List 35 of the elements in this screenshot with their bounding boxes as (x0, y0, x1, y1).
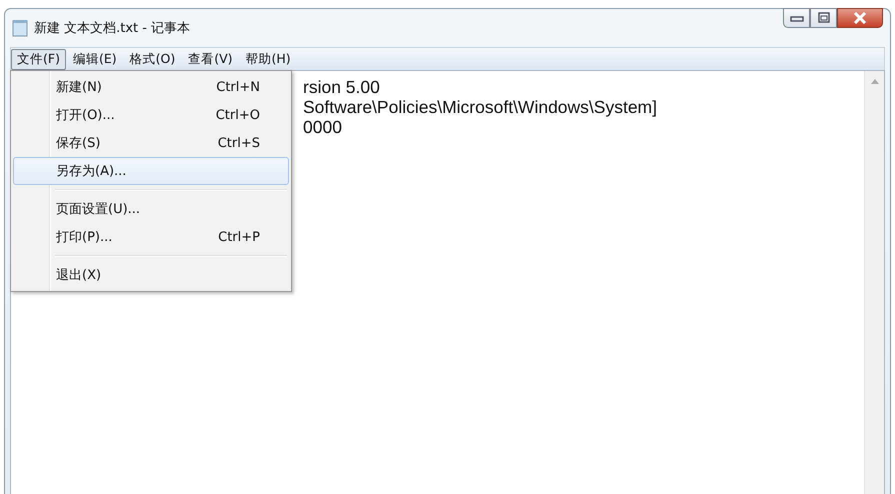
menu-bar-item[interactable]: 格式(O) (124, 48, 182, 70)
close-button[interactable] (837, 8, 883, 28)
minimize-icon (790, 14, 804, 22)
shortcut-label: Ctrl+P (218, 230, 260, 244)
menu-bar-item[interactable]: 查看(V) (182, 48, 239, 70)
maximize-button[interactable] (810, 8, 837, 28)
shortcut-label: Ctrl+N (216, 80, 260, 94)
text-line: 0000 (303, 117, 343, 137)
text-line: Software\Policies\Microsoft\Windows\System] (303, 97, 658, 117)
menu-item[interactable]: 打印(P)... Ctrl+P (13, 223, 289, 251)
menu-item[interactable]: 另存为(A)... (13, 157, 289, 185)
menu-item[interactable]: 页面设置(U)... (13, 195, 289, 223)
menu-item-label: 打开(O)... (56, 107, 116, 124)
menu-item-label: 另存为(A)... (56, 163, 128, 180)
menu-bar-item[interactable]: 编辑(E) (66, 48, 123, 70)
notepad-icon (12, 19, 28, 37)
minimize-button[interactable] (783, 8, 810, 28)
menu-item[interactable]: 保存(S) Ctrl+S (13, 129, 289, 157)
maximize-icon (818, 12, 830, 24)
shortcut-label: Ctrl+O (216, 108, 260, 122)
window-title: 新建 文本文档.txt - 记事本 (34, 20, 190, 37)
menu-bar-item[interactable]: 帮助(H) (240, 48, 297, 70)
menu-bar-item[interactable]: 文件(F) (11, 48, 66, 70)
menu-item[interactable]: 打开(O)... Ctrl+O (13, 101, 289, 129)
close-icon (853, 12, 867, 24)
menu-item-label: 退出(X) (56, 267, 102, 284)
menu-item-label: 打印(P)... (56, 229, 114, 246)
menu-item-label: 保存(S) (56, 135, 102, 152)
menu-item-label: 页面设置(U)... (56, 201, 142, 218)
text-line: rsion 5.00 (303, 77, 381, 97)
menu-item-label: 新建(N) (56, 79, 103, 96)
menu-item[interactable]: 退出(X) (13, 261, 289, 289)
shortcut-label: Ctrl+S (218, 136, 260, 150)
scrollbar[interactable] (864, 71, 884, 494)
menu-item[interactable]: 新建(N) Ctrl+N (13, 73, 289, 101)
